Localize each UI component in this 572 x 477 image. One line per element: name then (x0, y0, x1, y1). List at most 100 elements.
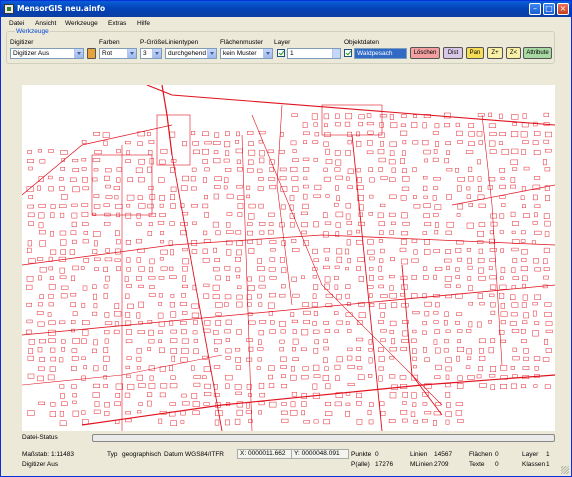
building (402, 168, 408, 174)
building (267, 212, 275, 217)
chevron-down-icon (127, 49, 136, 58)
app-icon[interactable] (4, 4, 14, 14)
delete-button[interactable]: Löschen (410, 47, 440, 59)
building (159, 257, 164, 261)
menu-werkzeuge[interactable]: Werkzeuge (65, 20, 98, 27)
building (479, 347, 484, 354)
building (180, 410, 186, 416)
building (489, 258, 496, 263)
building (169, 221, 175, 226)
building (402, 140, 407, 145)
building (534, 230, 542, 235)
building (325, 194, 330, 198)
building (368, 357, 373, 364)
lines-value: 14567 (434, 451, 453, 458)
building (292, 186, 299, 192)
scale-value: 1:11483 (51, 451, 75, 458)
attribute-button[interactable]: Attribute (523, 47, 552, 59)
building (510, 294, 516, 301)
zoom-fit-button[interactable]: Z< (506, 47, 521, 59)
map-canvas[interactable] (22, 85, 555, 431)
building (312, 248, 318, 254)
building (27, 373, 35, 379)
line-type-select[interactable]: durchgehend (165, 48, 217, 59)
building (103, 292, 108, 299)
map-drawing[interactable] (22, 85, 555, 431)
menu-ansicht[interactable]: Ansicht (35, 20, 56, 27)
close-button[interactable]: × (557, 3, 569, 15)
color-select[interactable]: Rot (99, 48, 137, 59)
building (280, 329, 286, 334)
building (466, 348, 473, 355)
pan-button[interactable]: Pan (466, 47, 484, 59)
resize-grip-icon[interactable] (561, 466, 569, 474)
spinner-arrows-icon[interactable] (332, 49, 340, 58)
object-data-checkbox[interactable] (344, 49, 352, 57)
building (489, 293, 495, 297)
building (380, 329, 387, 333)
building (412, 140, 419, 145)
building (82, 176, 88, 183)
building (347, 131, 353, 137)
minimize-button[interactable]: – (529, 3, 541, 15)
building (499, 213, 505, 219)
building (248, 203, 256, 209)
building (468, 301, 474, 306)
building (423, 203, 431, 208)
building (455, 312, 463, 316)
building (223, 177, 229, 183)
building (148, 140, 155, 144)
building (203, 283, 210, 288)
building (246, 194, 250, 199)
building (476, 374, 482, 379)
building (377, 149, 385, 155)
zoom-in-button[interactable]: Z+ (487, 47, 503, 59)
building (357, 177, 362, 183)
building (69, 249, 75, 255)
building (456, 185, 462, 192)
building (127, 177, 134, 183)
layer-checkbox[interactable] (277, 49, 285, 57)
building (160, 266, 168, 271)
building (225, 348, 232, 354)
building (302, 157, 310, 161)
building (148, 185, 154, 190)
building (400, 123, 406, 127)
digitizer-select[interactable]: Digitizer Aus (10, 48, 84, 59)
building (48, 266, 54, 271)
warning-icon[interactable] (87, 48, 96, 59)
building (489, 374, 496, 378)
point-size-select[interactable]: 3 (140, 48, 162, 59)
maximize-button[interactable]: □ (543, 3, 555, 15)
area-pattern-select[interactable]: kein Muster (220, 48, 273, 59)
building (488, 112, 493, 117)
dist-button[interactable]: Dist (443, 47, 463, 59)
building (59, 230, 67, 236)
menu-extras[interactable]: Extras (108, 20, 126, 27)
object-data-field[interactable]: Waldpesach (354, 48, 407, 59)
building (72, 311, 78, 316)
building (149, 194, 156, 200)
building (169, 275, 177, 279)
building (345, 113, 353, 120)
building (258, 222, 266, 226)
building (412, 167, 417, 173)
building (412, 311, 420, 315)
building (71, 366, 77, 371)
building (314, 184, 322, 191)
building (248, 159, 254, 165)
building (489, 248, 497, 252)
building (422, 402, 428, 406)
menu-hilfe[interactable]: Hilfe (137, 20, 150, 27)
building (236, 240, 243, 246)
layer-spinner[interactable]: 1 (287, 48, 341, 59)
building (124, 392, 131, 398)
building (445, 141, 452, 145)
pall-value: 17276 (375, 461, 394, 468)
building (115, 248, 121, 255)
building (291, 248, 300, 252)
building (389, 285, 394, 291)
building (336, 195, 340, 201)
building (379, 230, 384, 236)
menu-datei[interactable]: Datei (9, 20, 24, 27)
